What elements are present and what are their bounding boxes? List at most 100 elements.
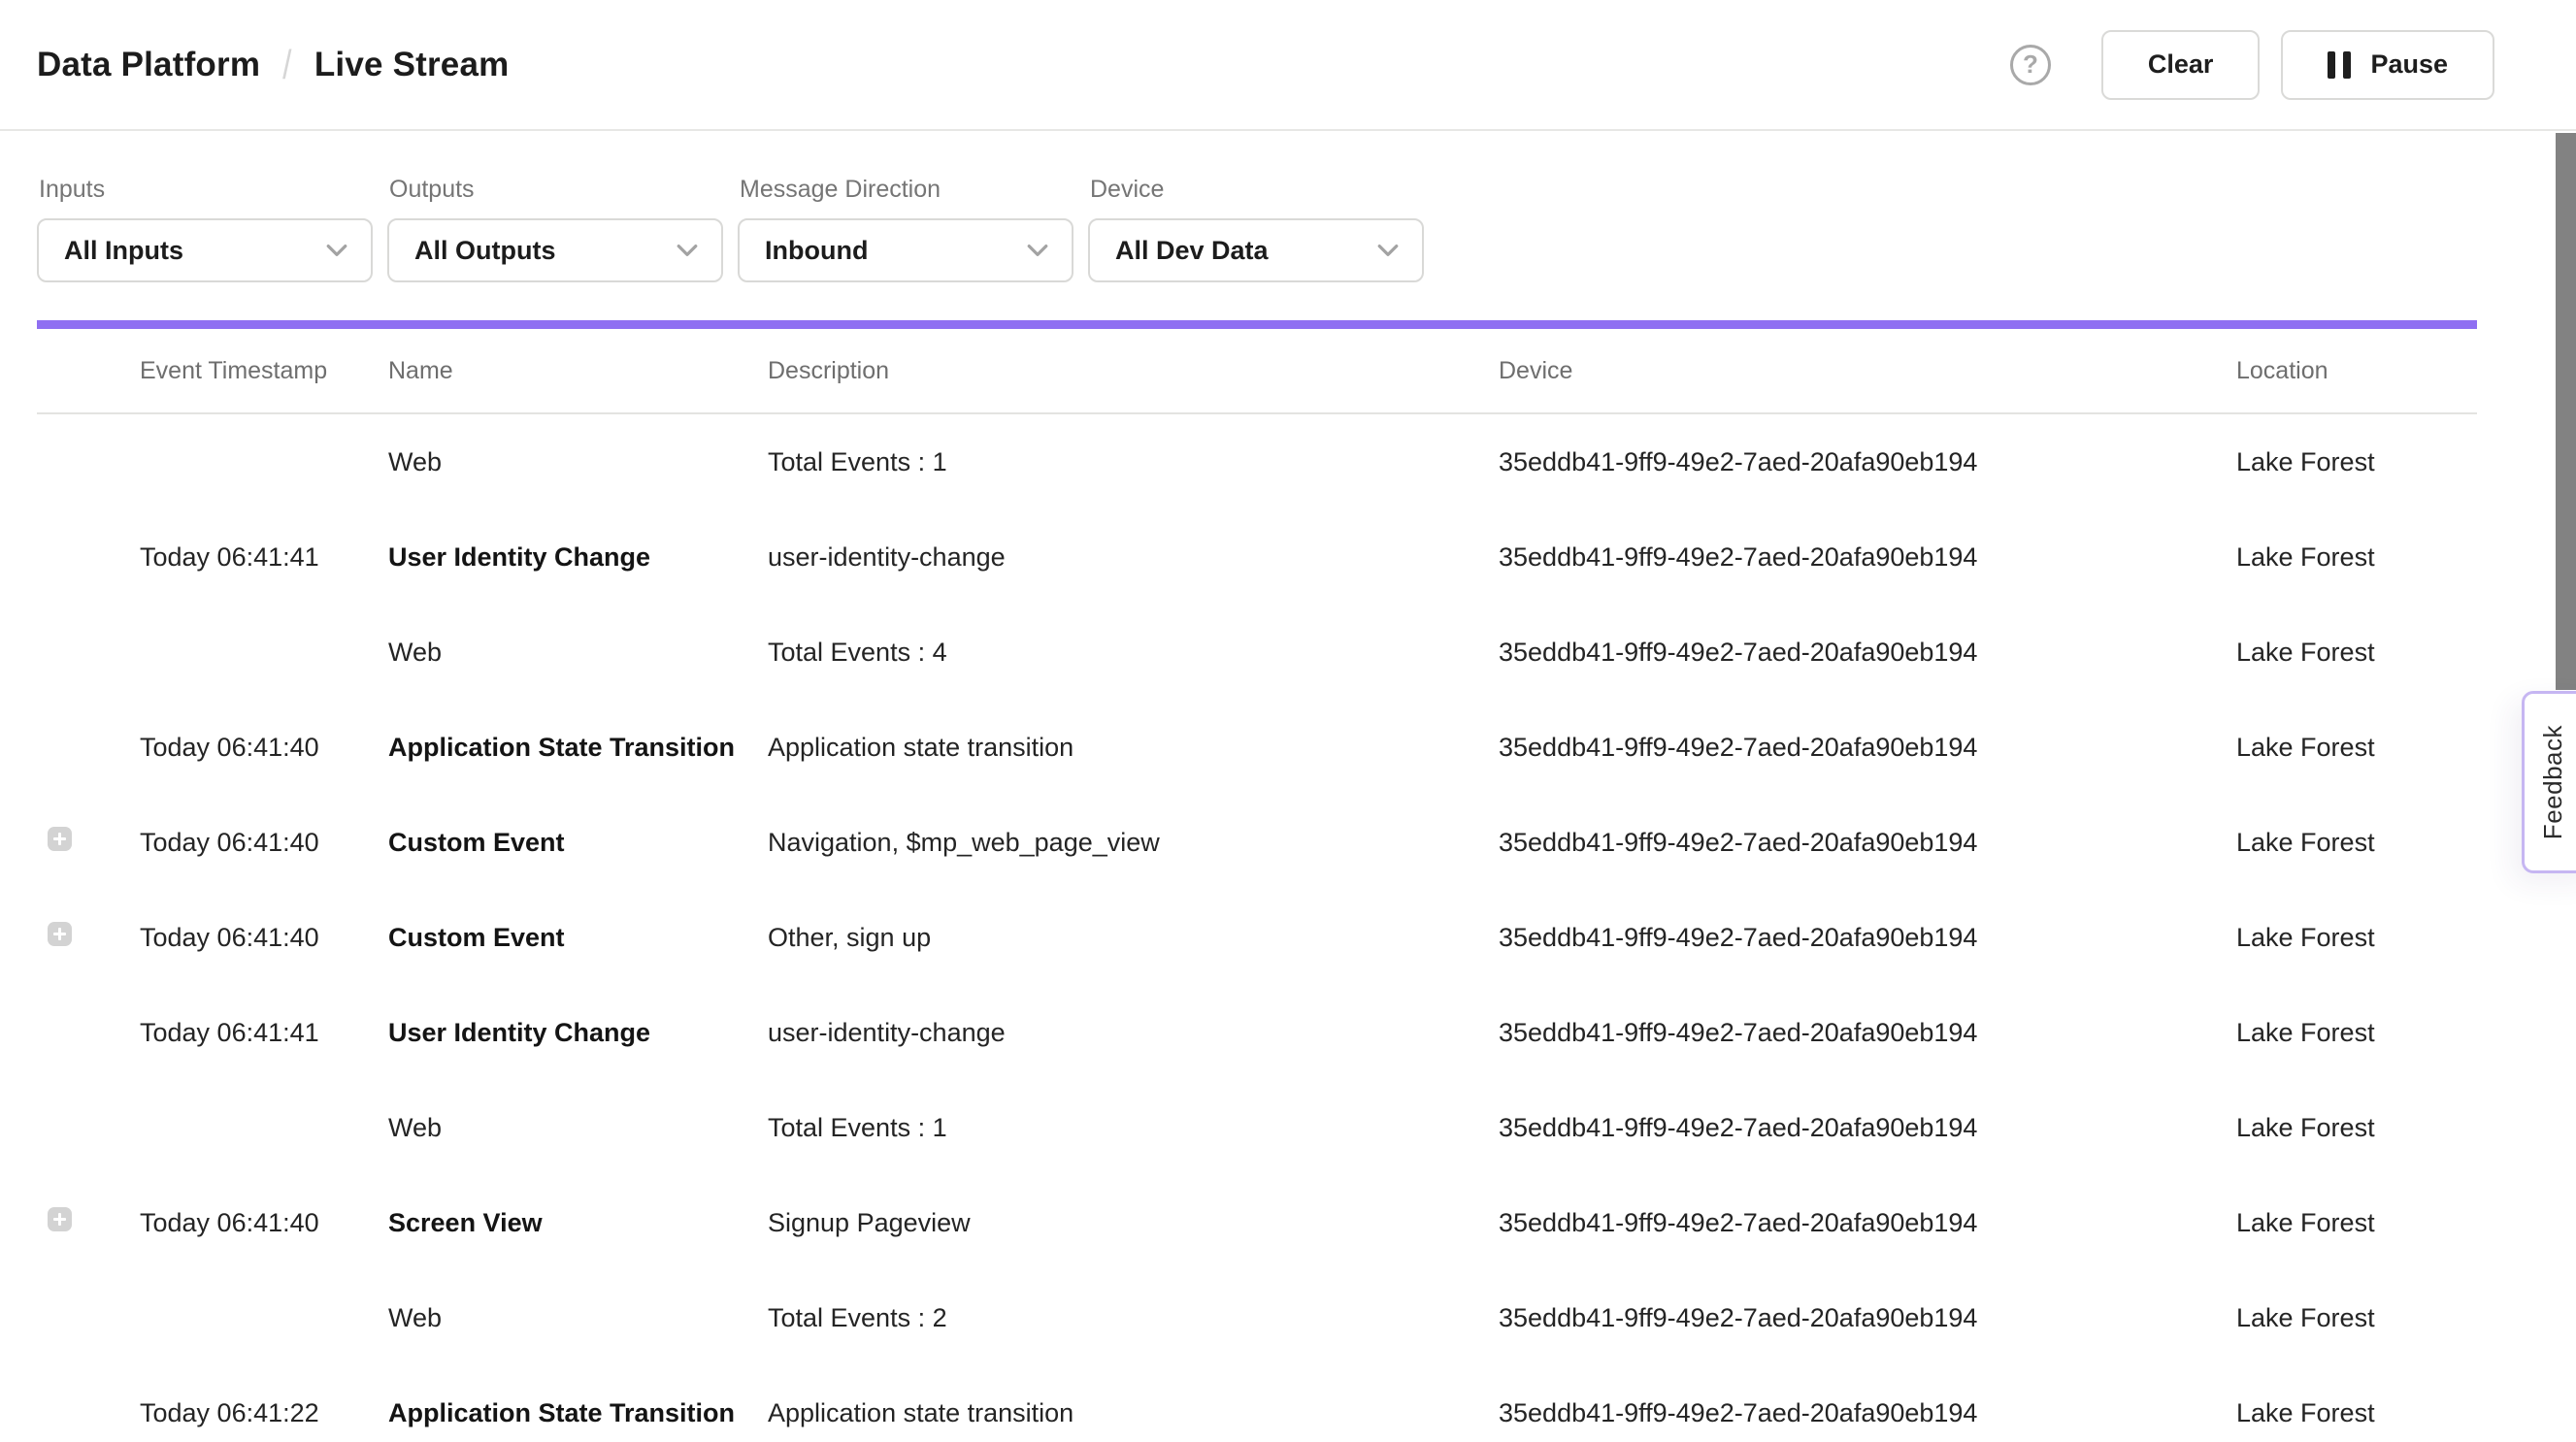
chevron-down-icon: [1023, 236, 1052, 265]
table-row[interactable]: Today 06:41:41 User Identity Change user…: [37, 985, 2477, 1080]
table-row[interactable]: Web Total Events : 1 35eddb41-9ff9-49e2-…: [37, 1080, 2477, 1175]
table-row[interactable]: Web Total Events : 1 35eddb41-9ff9-49e2-…: [37, 414, 2477, 509]
pause-icon: [2328, 51, 2351, 79]
column-header-device: Device: [1499, 357, 2236, 385]
message-direction-select-value: Inbound: [765, 236, 868, 266]
chevron-down-icon: [1373, 236, 1403, 265]
row-description: Navigation, $mp_web_page_view: [768, 828, 1499, 858]
column-header-event-timestamp: Event Timestamp: [140, 357, 388, 385]
table-row[interactable]: Today 06:41:41 User Identity Change user…: [37, 509, 2477, 605]
row-description: user-identity-change: [768, 1018, 1499, 1048]
chevron-down-icon: [673, 236, 702, 265]
table-body: Web Total Events : 1 35eddb41-9ff9-49e2-…: [37, 414, 2477, 1442]
clear-button[interactable]: Clear: [2101, 30, 2261, 100]
device-select[interactable]: All Dev Data: [1088, 218, 1424, 282]
vertical-scrollbar-thumb[interactable]: [2556, 133, 2576, 690]
column-header-location: Location: [2236, 357, 2477, 385]
table-row[interactable]: Today 06:41:40 Custom Event Other, sign …: [37, 890, 2477, 985]
row-name: Application State Transition: [388, 733, 768, 763]
filter-outputs-label: Outputs: [389, 176, 723, 204]
expand-event-button[interactable]: [48, 922, 72, 946]
row-name: User Identity Change: [388, 542, 768, 573]
row-location: Lake Forest: [2236, 1018, 2477, 1048]
row-timestamp: Today 06:41:40: [140, 733, 388, 763]
feedback-tab[interactable]: Feedback: [2522, 691, 2576, 873]
live-stream-progress-bar: [37, 320, 2477, 329]
filter-bar: Inputs All Inputs Outputs All Outputs Me…: [37, 133, 1424, 282]
row-device: 35eddb41-9ff9-49e2-7aed-20afa90eb194: [1499, 923, 2236, 953]
row-location: Lake Forest: [2236, 542, 2477, 573]
breadcrumb-separator: /: [282, 42, 291, 88]
row-device: 35eddb41-9ff9-49e2-7aed-20afa90eb194: [1499, 447, 2236, 477]
filter-message-direction-label: Message Direction: [740, 176, 1073, 204]
filter-message-direction: Message Direction Inbound: [738, 133, 1073, 282]
row-description: Total Events : 1: [768, 1113, 1499, 1143]
row-timestamp: Today 06:41:40: [140, 1208, 388, 1238]
filter-device: Device All Dev Data: [1088, 133, 1424, 282]
row-device: 35eddb41-9ff9-49e2-7aed-20afa90eb194: [1499, 1208, 2236, 1238]
row-location: Lake Forest: [2236, 447, 2477, 477]
filter-inputs: Inputs All Inputs: [37, 133, 373, 282]
inputs-select[interactable]: All Inputs: [37, 218, 373, 282]
breadcrumb: Data Platform / Live Stream: [37, 42, 509, 88]
row-description: Other, sign up: [768, 923, 1499, 953]
feedback-tab-label: Feedback: [2538, 725, 2568, 839]
pause-button[interactable]: Pause: [2281, 30, 2494, 100]
row-name: Web: [388, 1303, 768, 1333]
breadcrumb-parent[interactable]: Data Platform: [37, 46, 260, 84]
row-name: User Identity Change: [388, 1018, 768, 1048]
row-description: Signup Pageview: [768, 1208, 1499, 1238]
outputs-select-value: All Outputs: [414, 236, 555, 266]
row-name: Screen View: [388, 1208, 768, 1238]
filter-outputs: Outputs All Outputs: [387, 133, 723, 282]
table-row[interactable]: Today 06:41:40 Custom Event Navigation, …: [37, 795, 2477, 890]
inputs-select-value: All Inputs: [64, 236, 183, 266]
row-location: Lake Forest: [2236, 923, 2477, 953]
chevron-down-icon: [322, 236, 351, 265]
row-device: 35eddb41-9ff9-49e2-7aed-20afa90eb194: [1499, 733, 2236, 763]
table-row[interactable]: Today 06:41:40 Screen View Signup Pagevi…: [37, 1175, 2477, 1270]
row-name: Web: [388, 1113, 768, 1143]
app-header: Data Platform / Live Stream ? Clear Paus…: [0, 0, 2576, 131]
row-description: Application state transition: [768, 1398, 1499, 1428]
expand-event-button[interactable]: [48, 1207, 72, 1231]
row-timestamp: Today 06:41:41: [140, 1018, 388, 1048]
table-row[interactable]: Web Total Events : 2 35eddb41-9ff9-49e2-…: [37, 1270, 2477, 1365]
row-device: 35eddb41-9ff9-49e2-7aed-20afa90eb194: [1499, 542, 2236, 573]
row-description: Total Events : 4: [768, 638, 1499, 668]
row-device: 35eddb41-9ff9-49e2-7aed-20afa90eb194: [1499, 828, 2236, 858]
row-timestamp: Today 06:41:41: [140, 542, 388, 573]
page-title: Live Stream: [314, 46, 510, 84]
outputs-select[interactable]: All Outputs: [387, 218, 723, 282]
row-description: user-identity-change: [768, 542, 1499, 573]
row-name: Web: [388, 447, 768, 477]
row-location: Lake Forest: [2236, 1113, 2477, 1143]
column-header-name: Name: [388, 357, 768, 385]
row-location: Lake Forest: [2236, 1398, 2477, 1428]
filter-inputs-label: Inputs: [39, 176, 373, 204]
filter-device-label: Device: [1090, 176, 1424, 204]
events-table: Event Timestamp Name Description Device …: [37, 329, 2477, 1442]
table-header-row: Event Timestamp Name Description Device …: [37, 329, 2477, 414]
row-description: Total Events : 2: [768, 1303, 1499, 1333]
table-row[interactable]: Web Total Events : 4 35eddb41-9ff9-49e2-…: [37, 605, 2477, 700]
header-actions: ? Clear Pause: [2010, 30, 2494, 100]
row-device: 35eddb41-9ff9-49e2-7aed-20afa90eb194: [1499, 1303, 2236, 1333]
live-stream-screen: Data Platform / Live Stream ? Clear Paus…: [0, 0, 2576, 1442]
row-name: Web: [388, 638, 768, 668]
row-location: Lake Forest: [2236, 638, 2477, 668]
row-timestamp: Today 06:41:40: [140, 923, 388, 953]
row-description: Total Events : 1: [768, 447, 1499, 477]
row-location: Lake Forest: [2236, 828, 2477, 858]
expand-event-button[interactable]: [48, 827, 72, 851]
row-timestamp: Today 06:41:22: [140, 1398, 388, 1428]
row-device: 35eddb41-9ff9-49e2-7aed-20afa90eb194: [1499, 1018, 2236, 1048]
row-location: Lake Forest: [2236, 733, 2477, 763]
table-row[interactable]: Today 06:41:22 Application State Transit…: [37, 1365, 2477, 1442]
message-direction-select[interactable]: Inbound: [738, 218, 1073, 282]
row-device: 35eddb41-9ff9-49e2-7aed-20afa90eb194: [1499, 1113, 2236, 1143]
help-icon[interactable]: ?: [2010, 45, 2051, 85]
row-timestamp: Today 06:41:40: [140, 828, 388, 858]
row-name: Application State Transition: [388, 1398, 768, 1428]
table-row[interactable]: Today 06:41:40 Application State Transit…: [37, 700, 2477, 795]
